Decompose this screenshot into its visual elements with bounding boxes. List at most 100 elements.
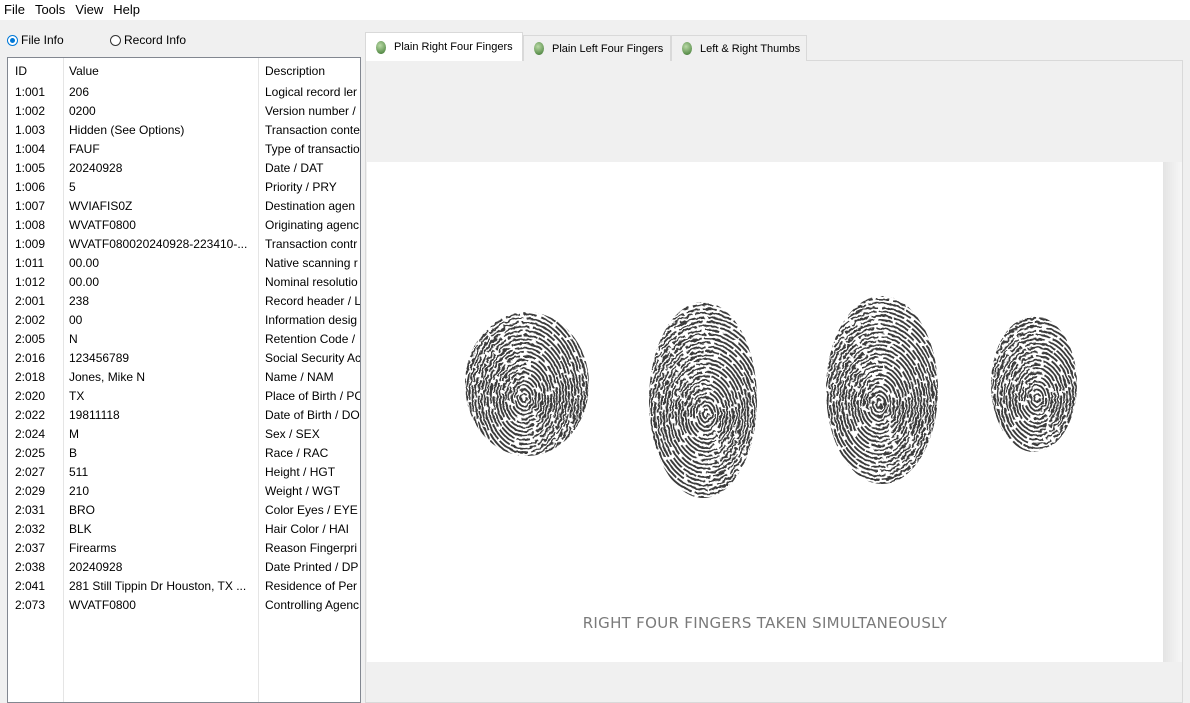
field-description: Height / HGT (265, 465, 336, 479)
field-id: 2:027 (15, 465, 46, 479)
tab-label: Plain Left Four Fingers (552, 42, 664, 55)
field-value: 238 (69, 294, 90, 308)
field-description: Version number / (265, 104, 356, 118)
image-border (1163, 162, 1182, 662)
tab-plain-right-four-fingers[interactable]: Plain Right Four Fingers (365, 32, 523, 61)
table-row[interactable]: 2:002 00 Information desig (8, 310, 360, 329)
table-row[interactable]: 1:008 WVATF0800 Originating agenc (8, 215, 360, 234)
menu-tools[interactable]: Tools (31, 0, 71, 20)
field-id: 2:032 (15, 522, 46, 536)
table-row[interactable]: 2:032 BLK Hair Color / HAI (8, 519, 360, 538)
field-description: Originating agenc (265, 218, 360, 232)
field-description: Transaction conte (265, 123, 360, 137)
table-row[interactable]: 2:073 WVATF0800 Controlling Agenc (8, 595, 360, 614)
field-value: BLK (69, 522, 92, 536)
table-row[interactable]: 2:001 238 Record header / L (8, 291, 360, 310)
table-row[interactable]: 2:016 123456789 Social Security Ac (8, 348, 360, 367)
fingerprint-icon (682, 42, 692, 55)
table-row[interactable]: 2:022 19811118 Date of Birth / DO (8, 405, 360, 424)
field-description: Logical record ler (265, 85, 358, 99)
field-description: Name / NAM (265, 370, 334, 384)
field-id: 1:009 (15, 237, 46, 251)
field-description: Sex / SEX (265, 427, 320, 441)
column-header-id[interactable]: ID (15, 64, 27, 78)
menu-help[interactable]: Help (109, 0, 146, 20)
table-row[interactable]: 1.003 Hidden (See Options) Transaction con… (8, 120, 360, 139)
field-value: Hidden (See Options) (69, 123, 185, 137)
field-description: Hair Color / HAI (265, 522, 350, 536)
field-description: Destination agen (265, 199, 356, 213)
table-row[interactable]: 2:031 BRO Color Eyes / EYE (8, 500, 360, 519)
field-description: Transaction contr (265, 237, 358, 251)
table-row[interactable]: 1:007 WVIAFIS0Z Destination agen (8, 196, 360, 215)
record-info-option[interactable]: Record Info (110, 33, 186, 47)
field-description: Information desig (265, 313, 358, 327)
menu-file[interactable]: File (0, 0, 31, 20)
table-row[interactable]: 2:038 20240928 Date Printed / DP (8, 557, 360, 576)
table-row[interactable]: 1:009 WVATF080020240928-223410-... Transac… (8, 234, 360, 253)
field-description: Place of Birth / PC (265, 389, 361, 403)
file-info-option[interactable]: File Info (7, 33, 64, 47)
table-row[interactable]: 1:006 5 Priority / PRY (8, 177, 360, 196)
field-value: 00.00 (69, 275, 100, 289)
field-id: 1:005 (15, 161, 46, 175)
table-row[interactable]: 2:025 B Race / RAC (8, 443, 360, 462)
field-description: Race / RAC (265, 446, 329, 460)
fingerprint-little (991, 316, 1077, 452)
table-row[interactable]: 2:018 Jones, Mike N Name / NAM (8, 367, 360, 386)
field-description: Date Printed / DP (265, 560, 359, 574)
field-description: Social Security Ac (265, 351, 361, 365)
field-id: 2:018 (15, 370, 46, 384)
field-value: 206 (69, 85, 90, 99)
file-info-radio[interactable] (7, 34, 18, 46)
table-row[interactable]: 2:037 Firearms Reason Fingerpri (8, 538, 360, 557)
table-row[interactable]: 2:005 N Retention Code / (8, 329, 360, 348)
field-id: 1:001 (15, 85, 46, 99)
field-id: 2:029 (15, 484, 46, 498)
tab-plain-left-four-fingers[interactable]: Plain Left Four Fingers (523, 35, 671, 61)
table-row[interactable]: 2:024 M Sex / SEX (8, 424, 360, 443)
column-header-description[interactable]: Description (265, 64, 325, 78)
field-id: 2:041 (15, 579, 46, 593)
field-id: 2:024 (15, 427, 46, 441)
table-row[interactable]: 2:041 281 Still Tippin Dr Houston, TX ...… (8, 576, 360, 595)
field-value: Jones, Mike N (69, 370, 146, 384)
field-value: M (69, 427, 79, 441)
fingerprint-icon (534, 42, 544, 55)
fingerprint-prints (465, 296, 1077, 498)
field-value: 20240928 (69, 161, 123, 175)
field-value: 511 (69, 465, 89, 479)
field-id: 2:031 (15, 503, 46, 517)
tab-label: Plain Right Four Fingers (394, 41, 513, 53)
list-header: ID Value Description (8, 58, 360, 82)
menu-bar: File Tools View Help (0, 0, 1190, 20)
table-row[interactable]: 1:001 206 Logical record ler (8, 82, 360, 101)
table-row[interactable]: 1:004 FAUF Type of transactio (8, 139, 360, 158)
field-value: WVATF080020240928-223410-... (69, 237, 248, 251)
field-value: FAUF (69, 142, 100, 156)
table-row[interactable]: 2:020 TX Place of Birth / PC (8, 386, 360, 405)
file-info-label: File Info (21, 33, 64, 47)
field-value: 5 (69, 180, 76, 194)
column-header-value[interactable]: Value (69, 64, 99, 78)
menu-view[interactable]: View (71, 0, 109, 20)
field-id: 1:012 (15, 275, 46, 289)
table-row[interactable]: 1:005 20240928 Date / DAT (8, 158, 360, 177)
field-id: 1:007 (15, 199, 46, 213)
table-row[interactable]: 1:002 0200 Version number / (8, 101, 360, 120)
field-list[interactable]: ID Value Description 1:001 206 Logical rec… (7, 57, 361, 703)
field-description: Native scanning r (265, 256, 358, 270)
record-info-label: Record Info (124, 33, 187, 47)
tab-left-right-thumbs[interactable]: Left & Right Thumbs (671, 35, 807, 61)
table-row[interactable]: 2:027 511 Height / HGT (8, 462, 360, 481)
field-value: N (69, 332, 78, 346)
field-value: 19811118 (69, 408, 120, 422)
record-info-radio[interactable] (110, 34, 121, 46)
fingerprint-index (465, 312, 589, 456)
table-row[interactable]: 1:012 00.00 Nominal resolutio (8, 272, 360, 291)
table-row[interactable]: 1:011 00.00 Native scanning r (8, 253, 360, 272)
field-value: 0200 (69, 104, 96, 118)
field-value: WVATF0800 (69, 218, 136, 232)
table-row[interactable]: 2:029 210 Weight / WGT (8, 481, 360, 500)
field-id: 2:002 (15, 313, 46, 327)
